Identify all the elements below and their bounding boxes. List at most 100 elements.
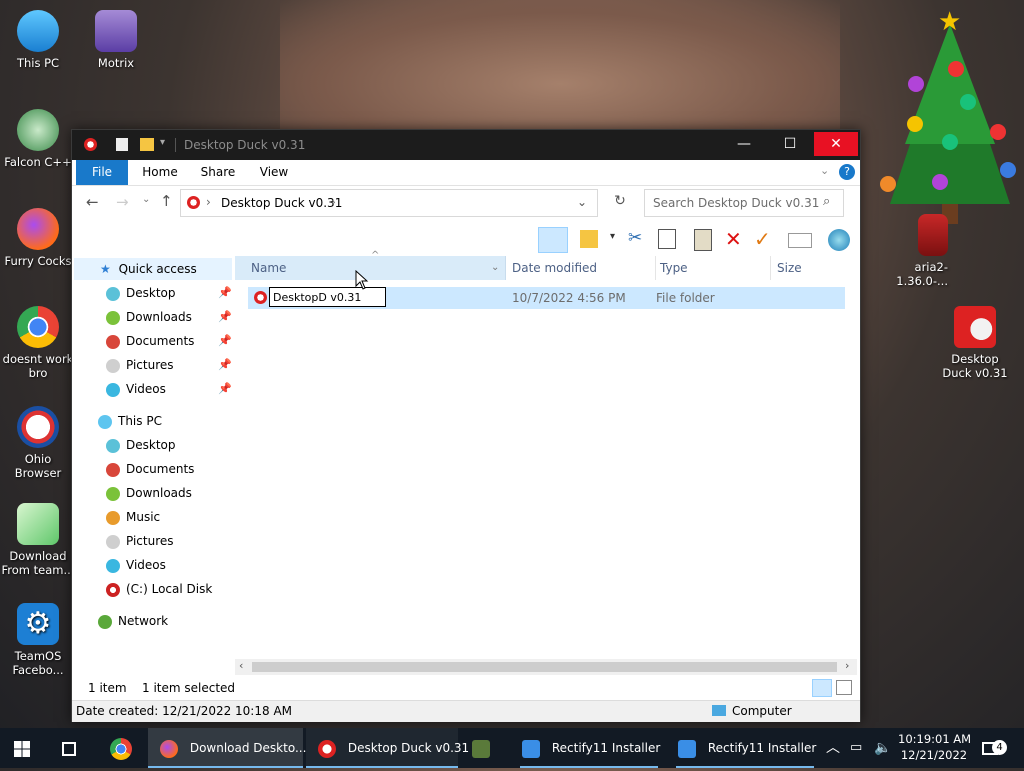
scroll-left-icon[interactable]: ‹: [239, 659, 243, 672]
tab-share[interactable]: Share: [194, 160, 242, 185]
show-hidden-icons-button[interactable]: ︿: [826, 728, 844, 768]
search-input[interactable]: Search Desktop Duck v0.31 ⌕: [644, 189, 844, 217]
up-arrow-icon[interactable]: ↑: [160, 192, 173, 210]
customize-arrow-icon[interactable]: ▾: [160, 137, 165, 148]
desktop-icon-desktop-duck[interactable]: Desktop Duck v0.31: [936, 306, 1014, 380]
desktop-icon-motrix[interactable]: Motrix: [78, 10, 154, 70]
table-row[interactable]: 10/7/2022 4:56 PM File folder: [248, 287, 845, 309]
network-tray-button[interactable]: ▭: [850, 728, 868, 768]
breadcrumb-end-chevron-icon[interactable]: ›: [331, 195, 336, 209]
nav-pc-music[interactable]: Music: [106, 506, 160, 528]
nav-quick-videos[interactable]: Videos: [106, 378, 166, 400]
taskbar-desktop-duck[interactable]: Desktop Duck v0.31: [306, 728, 469, 768]
back-arrow-icon[interactable]: ←: [86, 193, 99, 211]
nav-network[interactable]: Network: [98, 610, 168, 632]
star-icon: ★: [100, 262, 111, 276]
cut-icon[interactable]: ✂: [628, 228, 642, 248]
nav-pc-videos[interactable]: Videos: [106, 554, 166, 576]
copy-icon[interactable]: [658, 229, 676, 249]
pin-icon[interactable]: 📌: [218, 286, 232, 299]
address-bar[interactable]: › Desktop Duck v0.31 › ⌄: [180, 189, 598, 217]
desktop-icon-this-pc[interactable]: This PC: [0, 10, 76, 70]
horizontal-scrollbar[interactable]: ‹ ›: [235, 659, 857, 675]
pin-icon[interactable]: 📌: [218, 334, 232, 347]
search-icon: ⌕: [823, 194, 831, 209]
desktop-icon-firefox[interactable]: Furry Cocks: [0, 208, 76, 268]
taskbar-chrome[interactable]: [110, 728, 136, 768]
tab-file[interactable]: File: [76, 160, 128, 185]
nav-pc-desktop[interactable]: Desktop: [106, 434, 176, 456]
folder-duck-icon: [254, 291, 267, 304]
nav-quick-pictures[interactable]: Pictures: [106, 354, 174, 376]
folder-options-dropdown-icon[interactable]: ▾: [610, 231, 615, 242]
nav-quick-downloads[interactable]: Downloads: [106, 306, 192, 328]
taskbar-tree-app[interactable]: [472, 728, 498, 768]
nav-pc-documents[interactable]: Documents: [106, 458, 194, 480]
nav-this-pc[interactable]: This PC: [98, 410, 162, 432]
breadcrumb-segment[interactable]: Desktop Duck v0.31: [221, 196, 342, 210]
details-view-icon[interactable]: [812, 679, 832, 697]
volume-icon: 🔈: [874, 740, 892, 756]
title-bar[interactable]: ▾ Desktop Duck v0.31 — ☐ ✕: [72, 130, 860, 160]
column-header-size[interactable]: Size: [770, 256, 857, 280]
column-header-type[interactable]: Type: [655, 256, 778, 280]
desktop-icon-aria2[interactable]: aria2-1.36.0-...: [868, 214, 948, 288]
desktop-icon-ohio-browser[interactable]: Ohio Browser: [0, 406, 76, 480]
rename-check-icon[interactable]: ✓: [754, 227, 771, 251]
desktop-icon-falcon[interactable]: Falcon C++: [0, 109, 76, 169]
close-button[interactable]: ✕: [814, 132, 858, 156]
nav-pc-local-disk[interactable]: (C:) Local Disk: [106, 578, 212, 600]
scroll-thumb[interactable]: [252, 662, 837, 672]
scroll-right-icon[interactable]: ›: [845, 659, 849, 672]
maximize-button[interactable]: ☐: [768, 132, 812, 156]
tab-view[interactable]: View: [250, 160, 298, 185]
properties-icon[interactable]: [788, 233, 812, 248]
desktop-icon-teamos[interactable]: ⚙ TeamOS Facebo...: [0, 603, 76, 677]
volume-button[interactable]: 🔈: [874, 728, 892, 768]
start-button[interactable]: [14, 728, 36, 768]
desktop-icon-chrome[interactable]: doesnt work bro: [0, 306, 76, 380]
column-header-date[interactable]: Date modified: [512, 256, 650, 280]
address-dropdown-icon[interactable]: ⌄: [577, 195, 587, 209]
duck-app-icon: [318, 739, 336, 758]
desktop-icon-download-team[interactable]: Download From team...: [0, 503, 76, 577]
new-folder-icon[interactable]: [140, 138, 154, 151]
nav-pc-downloads[interactable]: Downloads: [106, 482, 192, 504]
pin-icon[interactable]: 📌: [218, 310, 232, 323]
nav-quick-access[interactable]: ★ Quick access: [74, 258, 232, 280]
nav-pc-pictures[interactable]: Pictures: [106, 530, 174, 552]
computer-icon: [712, 705, 726, 716]
earth-icon[interactable]: [828, 229, 850, 251]
nav-quick-documents[interactable]: Documents: [106, 330, 194, 352]
clock[interactable]: 10:19:01 AM 12/21/2022: [898, 728, 971, 771]
pin-icon[interactable]: 📌: [218, 382, 232, 395]
preview-pane-icon[interactable]: [538, 227, 568, 253]
rename-input[interactable]: [269, 287, 386, 307]
paste-icon[interactable]: [694, 229, 712, 251]
minimize-button[interactable]: —: [722, 132, 766, 156]
taskbar-firefox-download[interactable]: Download Deskto...: [148, 728, 306, 768]
forward-arrow-icon[interactable]: →: [116, 193, 129, 211]
downloads-icon: [106, 310, 120, 325]
help-icon[interactable]: ?: [839, 164, 855, 180]
nav-quick-desktop[interactable]: Desktop: [106, 282, 176, 304]
recent-locations-icon[interactable]: ⌄: [142, 194, 150, 205]
chrome-icon: [110, 737, 132, 760]
refresh-icon[interactable]: ↻: [610, 193, 630, 213]
ribbon-expand-icon[interactable]: ⌄: [820, 164, 829, 177]
column-dropdown-icon[interactable]: ⌄: [491, 256, 499, 280]
taskbar-rectify-1[interactable]: Rectify11 Installer: [514, 728, 664, 768]
archive-icon: [918, 214, 948, 256]
action-center-button[interactable]: 4: [982, 728, 1012, 768]
properties-icon[interactable]: [116, 138, 128, 151]
task-view-button[interactable]: [62, 728, 84, 768]
taskbar-rectify-2[interactable]: Rectify11 Installer: [670, 728, 820, 768]
column-header-name[interactable]: Name ^ ⌄: [235, 250, 506, 280]
tab-home[interactable]: Home: [136, 160, 184, 185]
falcon-icon: [17, 109, 59, 151]
large-icons-view-icon[interactable]: [836, 680, 852, 695]
this-pc-icon: [98, 414, 112, 429]
folder-options-icon[interactable]: [580, 230, 598, 248]
pin-icon[interactable]: 📌: [218, 358, 232, 371]
delete-icon[interactable]: ✕: [725, 227, 742, 251]
